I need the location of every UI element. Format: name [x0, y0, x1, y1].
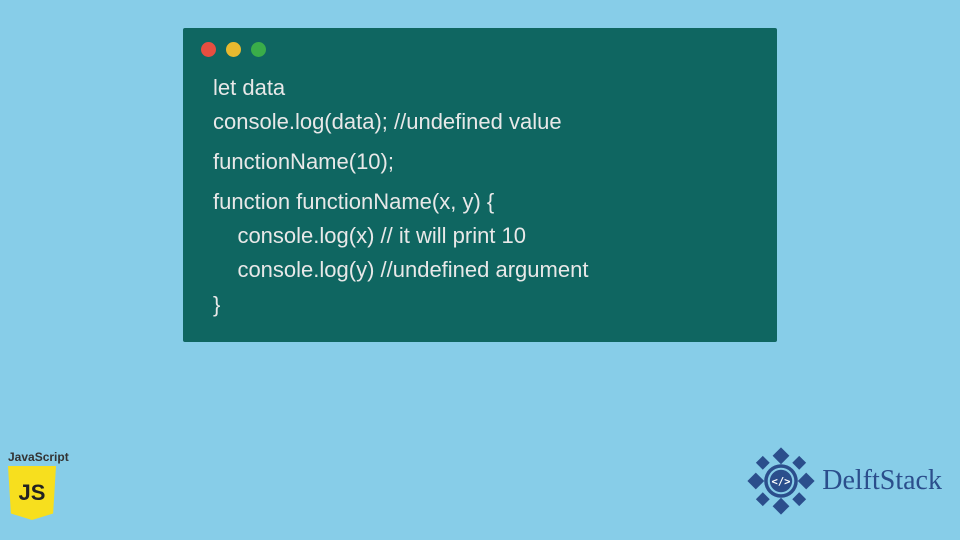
- code-glyph-icon: </>: [772, 476, 791, 488]
- code-line: console.log(y) //undefined argument: [213, 253, 747, 287]
- code-line: console.log(x) // it will print 10: [213, 219, 747, 253]
- code-line: }: [213, 288, 747, 322]
- delftstack-badge: </> DelftStack: [746, 446, 942, 516]
- code-line: let data: [213, 71, 747, 105]
- window-controls: [183, 28, 777, 65]
- code-line: function functionName(x, y) {: [213, 185, 747, 219]
- code-body: let data console.log(data); //undefined …: [183, 65, 777, 322]
- code-window: let data console.log(data); //undefined …: [183, 28, 777, 342]
- code-line: console.log(data); //undefined value: [213, 105, 747, 139]
- code-line: functionName(10);: [213, 145, 747, 179]
- delftstack-logo-icon: </>: [746, 446, 816, 516]
- close-icon: [201, 42, 216, 57]
- delftstack-text: DelftStack: [822, 465, 942, 497]
- javascript-label: JavaScript: [8, 450, 70, 464]
- minimize-icon: [226, 42, 241, 57]
- javascript-badge: JavaScript JS: [8, 450, 70, 520]
- javascript-logo-text: JS: [19, 480, 46, 506]
- maximize-icon: [251, 42, 266, 57]
- javascript-logo-icon: JS: [8, 466, 56, 520]
